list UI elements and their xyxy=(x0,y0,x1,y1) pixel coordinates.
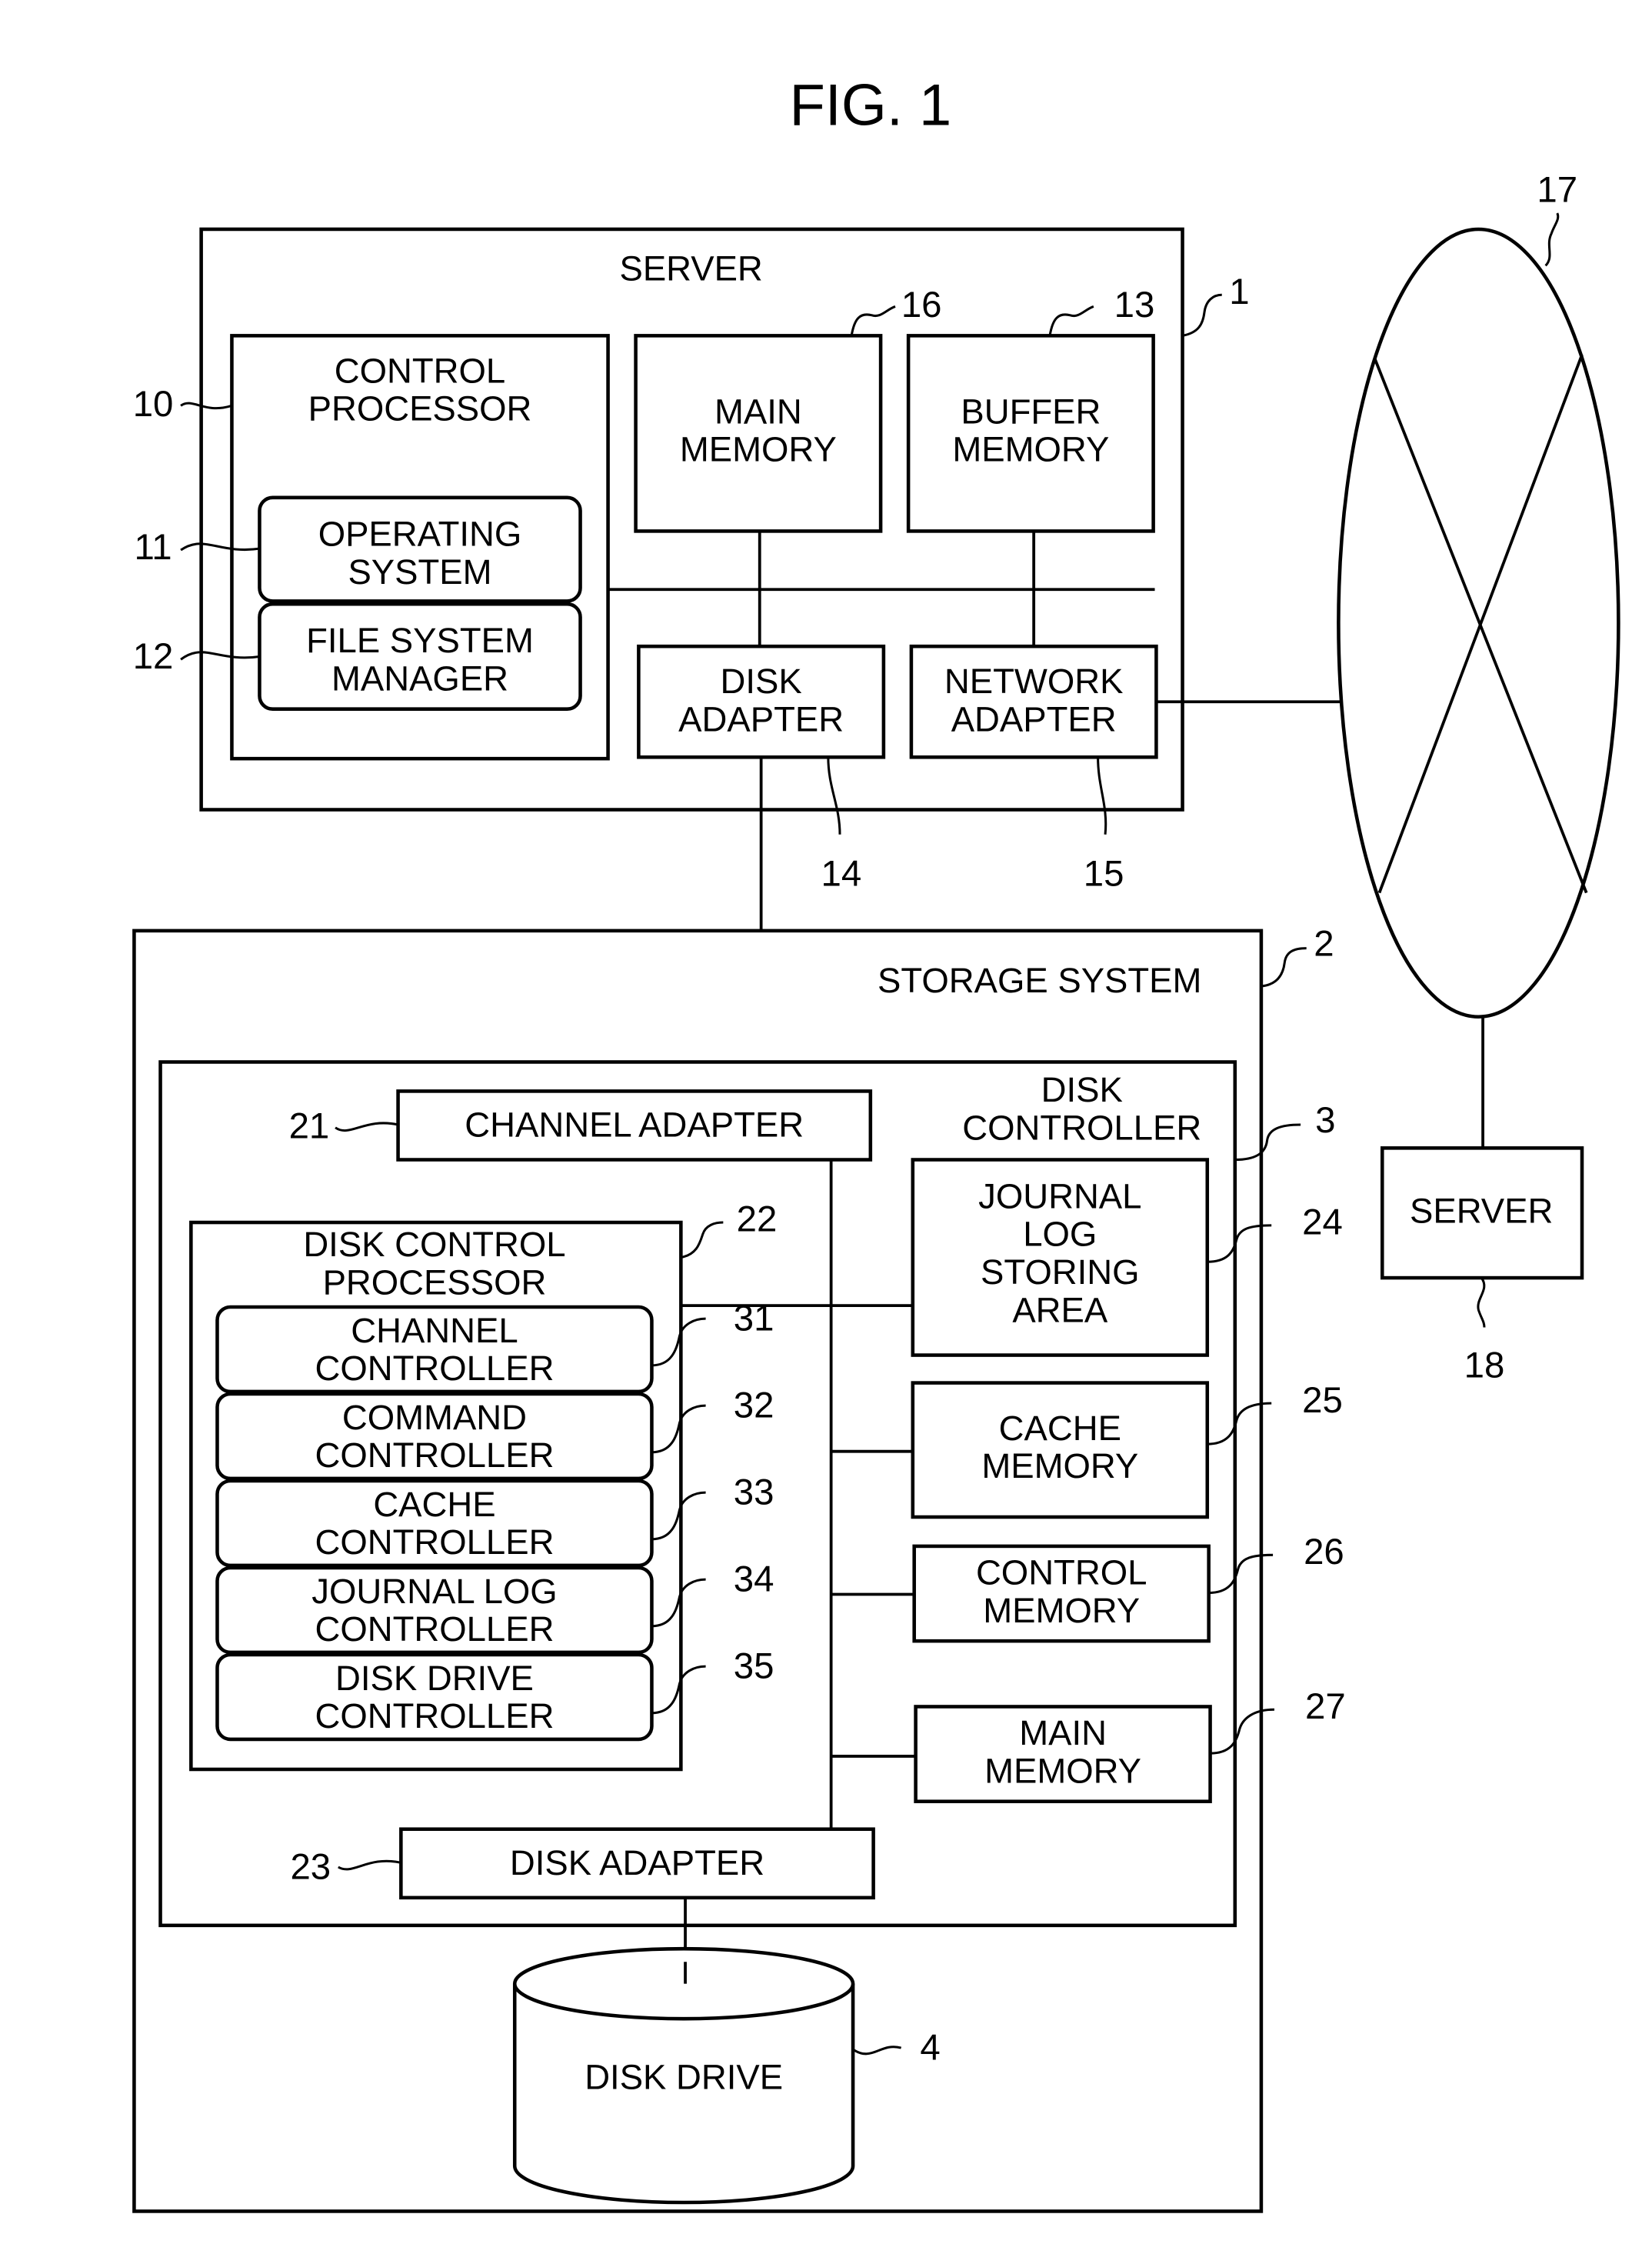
storage-main-memory-ref: 27 xyxy=(1305,1686,1346,1727)
control-memory-label-line2: MEMORY xyxy=(983,1591,1140,1630)
network-adapter-label-line1: NETWORK xyxy=(944,662,1124,701)
channel-adapter-label: CHANNEL ADAPTER xyxy=(465,1105,804,1145)
storage-main-memory-label-line2: MEMORY xyxy=(984,1751,1141,1790)
fig1-diagram: FIG. 1 SERVER 1 CONTROL PROCESSOR 10 OPE… xyxy=(132,72,1620,2213)
buffer-memory-ref: 13 xyxy=(1114,285,1155,325)
figure-title: FIG. 1 xyxy=(789,72,951,138)
storage-system-label: STORAGE SYSTEM xyxy=(878,961,1201,1000)
channel-adapter-ref: 21 xyxy=(289,1105,330,1146)
file-system-manager-label-line1: FILE SYSTEM xyxy=(306,621,534,660)
disk-control-processor-label-line2: PROCESSOR xyxy=(323,1262,547,1302)
network-adapter-ref: 15 xyxy=(1084,853,1124,894)
server-disk-adapter-ref: 14 xyxy=(821,853,862,894)
journal-log-storing-area-line1: JOURNAL xyxy=(978,1176,1141,1215)
network-ref: 17 xyxy=(1537,169,1577,210)
disk-controller-3: DISK CONTROLLER 3 CHANNEL ADAPTER 21 DIS… xyxy=(158,1060,1346,1928)
disk-controller-label-line2: CONTROLLER xyxy=(962,1108,1201,1147)
cache-memory-ref: 25 xyxy=(1302,1380,1343,1421)
cache-controller-ref: 33 xyxy=(734,1472,774,1513)
network-ref-leader xyxy=(1544,212,1560,267)
storage-system-ref-leader xyxy=(1261,947,1307,988)
disk-control-processor-ref: 22 xyxy=(737,1199,778,1240)
journal-log-storing-area-line4: AREA xyxy=(1012,1290,1108,1329)
disk-drive-controller-label-line2: CONTROLLER xyxy=(315,1696,554,1736)
disk-controller-ref: 3 xyxy=(1315,1100,1335,1141)
control-memory-ref: 26 xyxy=(1304,1532,1344,1572)
file-system-manager-ref: 12 xyxy=(133,636,174,677)
storage-main-memory-label-line1: MAIN xyxy=(1019,1713,1107,1752)
disk-drive-controller-label-line1: DISK DRIVE xyxy=(335,1659,534,1698)
cache-controller-label-line1: CACHE xyxy=(373,1485,495,1524)
storage-system-2: STORAGE SYSTEM 2 DISK CONTROLLER 3 CHANN… xyxy=(132,923,1346,2213)
journal-log-controller-ref: 34 xyxy=(734,1559,774,1600)
storage-system-ref: 2 xyxy=(1314,923,1334,964)
control-memory-label-line1: CONTROL xyxy=(976,1553,1147,1592)
disk-drive-top xyxy=(512,1946,855,2021)
channel-controller-label-line1: CHANNEL xyxy=(351,1311,518,1350)
disk-drive-ref: 4 xyxy=(920,2028,940,2069)
disk-control-processor-label-line1: DISK CONTROL xyxy=(303,1225,565,1264)
operating-system-label-line2: SYSTEM xyxy=(348,552,491,592)
file-system-manager-label-line2: MANAGER xyxy=(331,659,508,698)
control-processor-label-line1: CONTROL xyxy=(335,351,505,390)
server-disk-adapter-label-line2: ADAPTER xyxy=(678,699,844,739)
control-processor-label-line2: PROCESSOR xyxy=(308,389,532,428)
cache-controller-label-line2: CONTROLLER xyxy=(315,1522,554,1562)
command-controller-label-line2: CONTROLLER xyxy=(315,1435,554,1475)
server-disk-adapter-label-line1: DISK xyxy=(721,662,802,701)
storage-disk-adapter-label: DISK ADAPTER xyxy=(510,1843,764,1882)
control-processor-ref: 10 xyxy=(133,384,174,425)
journal-log-storing-area-line3: STORING xyxy=(981,1252,1139,1292)
server-1: SERVER 1 CONTROL PROCESSOR 10 OPERATING … xyxy=(133,227,1250,894)
cache-memory-label-line2: MEMORY xyxy=(981,1446,1138,1485)
cache-memory-label-line1: CACHE xyxy=(999,1409,1121,1448)
operating-system-label-line1: OPERATING xyxy=(318,515,522,554)
operating-system-ref: 11 xyxy=(134,527,172,568)
disk-controller-label-line1: DISK xyxy=(1041,1070,1123,1109)
disk-drive-label: DISK DRIVE xyxy=(585,2058,783,2097)
buffer-memory-label-line2: MEMORY xyxy=(952,430,1109,469)
command-controller-ref: 32 xyxy=(734,1385,774,1426)
remote-server-ref-leader xyxy=(1477,1277,1486,1328)
server-main-memory-label-line2: MEMORY xyxy=(680,430,837,469)
server-main-memory-label-line1: MAIN xyxy=(714,392,802,431)
journal-log-controller-label-line1: JOURNAL LOG xyxy=(311,1572,557,1611)
remote-server-18: SERVER 18 xyxy=(1380,1146,1584,1385)
storage-disk-adapter-ref: 23 xyxy=(290,1847,331,1888)
network-adapter-label-line2: ADAPTER xyxy=(951,699,1117,739)
journal-log-controller-label-line2: CONTROLLER xyxy=(315,1609,554,1649)
server-main-memory-ref: 16 xyxy=(901,285,942,325)
network-17: 17 xyxy=(1337,169,1620,1019)
buffer-memory-label-line1: BUFFER xyxy=(961,392,1101,431)
remote-server-ref: 18 xyxy=(1464,1345,1505,1385)
disk-drive-controller-ref: 35 xyxy=(734,1646,774,1687)
remote-server-label: SERVER xyxy=(1410,1191,1553,1230)
command-controller-label-line1: COMMAND xyxy=(342,1398,527,1437)
server-label: SERVER xyxy=(619,249,762,288)
journal-log-storing-area-line2: LOG xyxy=(1023,1215,1097,1254)
server-ref-leader xyxy=(1182,293,1222,337)
server-ref: 1 xyxy=(1229,272,1249,312)
channel-controller-label-line2: CONTROLLER xyxy=(315,1349,554,1388)
journal-log-storing-area-ref: 24 xyxy=(1302,1202,1343,1243)
